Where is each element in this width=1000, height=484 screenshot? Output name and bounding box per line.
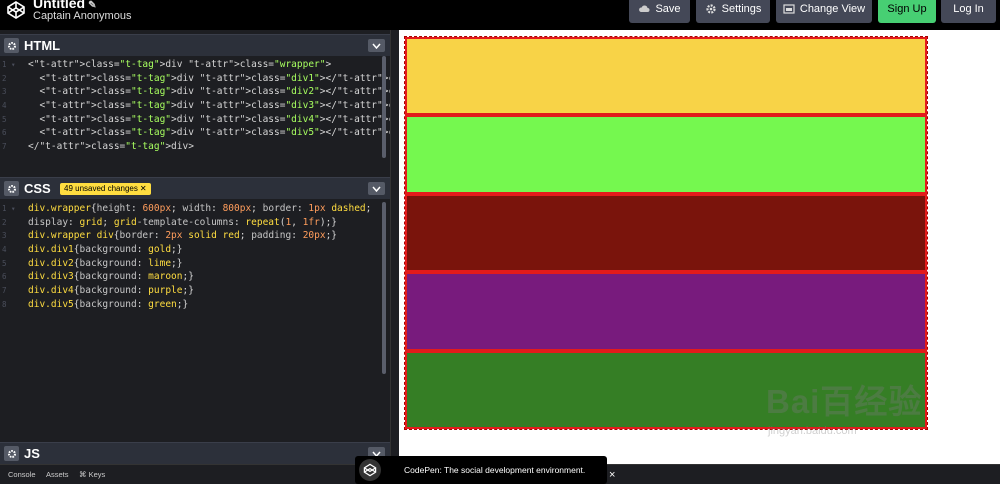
css-code-line[interactable]: 5 div.div2{background: lime;} [0, 257, 386, 271]
author-name[interactable]: Captain Anonymous [33, 10, 131, 22]
keys-button[interactable]: ⌘ Keys [79, 470, 105, 479]
code-text: div.div3{background: maroon;} [28, 271, 194, 283]
line-number: 3 [2, 231, 7, 241]
resize-handle[interactable] [390, 30, 399, 464]
watermark-main: Bai百经验 [766, 383, 923, 420]
line-number: 8 [2, 299, 7, 309]
preview-wrapper [404, 36, 928, 430]
html-code-line[interactable]: 2 <"t-attr">class="t-tag">div "t-attr">c… [0, 72, 491, 86]
html-code-line[interactable]: 3 <"t-attr">class="t-tag">div "t-attr">c… [0, 85, 491, 99]
unsaved-changes-badge[interactable]: 49 unsaved changes ✕ [60, 182, 151, 195]
codepen-logo-icon[interactable] [6, 0, 26, 20]
code-text: div.div4{background: purple;} [28, 285, 194, 297]
css-code-editor[interactable]: 1 ▾ div.wrapper{height: 600px; width: 800… [0, 202, 386, 438]
chevron-down-icon[interactable] [368, 182, 385, 195]
js-settings-icon[interactable] [4, 446, 19, 461]
change-view-label: Change View [799, 2, 866, 15]
close-icon[interactable]: × [609, 469, 615, 481]
gear-icon [706, 3, 716, 14]
html-code-line[interactable]: 1 ▾ <"t-attr">class="t-tag">div "t-attr">… [0, 58, 386, 72]
line-number: 2 [2, 217, 7, 227]
line-number: 6 [2, 272, 7, 282]
code-text: div.div5{background: green;} [28, 298, 189, 310]
log-in-button[interactable]: Log In [941, 0, 996, 23]
code-text: div.wrapper{height: 600px; width: 800px;… [28, 203, 372, 214]
preview-div3 [405, 193, 927, 273]
css-code-line[interactable]: 4 div.div1{background: gold;} [0, 243, 386, 257]
line-number: 5 [2, 258, 7, 268]
settings-button[interactable]: Settings [696, 0, 770, 23]
watermark: Bai百经验 jingyan.baidu.com [766, 375, 922, 437]
preview-div4 [405, 272, 927, 351]
css-code-line[interactable]: 8 div.div5{background: green;} [0, 298, 386, 312]
line-number: 7 [2, 142, 7, 152]
code-text: <"t-attr">class="t-tag">div "t-attr">cla… [28, 59, 332, 70]
editor-column: HTML 1 ▾ <"t-attr">class="t-tag">div "t-a… [0, 30, 491, 464]
html-scrollbar[interactable] [382, 56, 386, 158]
line-number: 7 [2, 286, 7, 296]
toast-text: CodePen: The social development environm… [404, 465, 586, 475]
code-text: div.div1{background: gold;} [28, 244, 183, 256]
html-code-line[interactable]: 4 <"t-attr">class="t-tag">div "t-attr">c… [0, 99, 491, 113]
close-icon[interactable]: ✕ [140, 184, 147, 193]
line-number: 3 [2, 87, 7, 97]
console-button[interactable]: Console [8, 470, 36, 479]
change-view-icon [783, 3, 795, 14]
sign-up-button[interactable]: Sign Up [878, 0, 936, 23]
preview-div2 [405, 115, 927, 194]
log-in-label: Log In [953, 2, 984, 15]
css-scrollbar[interactable] [382, 202, 386, 374]
line-number: 1 ▾ [2, 60, 16, 69]
html-code-editor[interactable]: 1 ▾ <"t-attr">class="t-tag">div "t-attr">… [0, 58, 491, 176]
watermark-sub: jingyan.baidu.com [768, 425, 857, 437]
cloud-icon [639, 4, 650, 12]
line-number: 6 [2, 128, 7, 138]
codepen-logo-icon [359, 459, 381, 481]
html-panel-title: HTML [24, 38, 61, 53]
html-settings-icon[interactable] [4, 38, 19, 53]
html-code-line[interactable]: 5 <"t-attr">class="t-tag">div "t-attr">c… [0, 113, 491, 127]
preview-div1 [405, 37, 927, 116]
settings-label: Settings [721, 2, 762, 15]
js-panel-header: JS [0, 442, 390, 464]
css-code-line[interactable]: 6 div.div3{background: maroon;} [0, 270, 386, 284]
code-text: </"t-attr">class="t-tag">div> [28, 141, 194, 153]
html-code-line[interactable]: 6 <"t-attr">class="t-tag">div "t-attr">c… [0, 126, 491, 140]
change-view-button[interactable]: Change View [776, 0, 872, 23]
unsaved-changes-text: 49 unsaved changes [64, 184, 138, 193]
assets-button[interactable]: Assets [46, 470, 69, 479]
html-panel-header: HTML [0, 34, 390, 56]
css-panel-header: CSS 49 unsaved changes ✕ [0, 177, 390, 199]
html-code-line[interactable]: 7 </"t-attr">class="t-tag">div> [0, 140, 386, 154]
code-text: div.div2{background: lime;} [28, 257, 183, 269]
line-number: 4 [2, 101, 7, 111]
toast-notification: CodePen: The social development environm… [355, 456, 607, 484]
save-button[interactable]: Save [629, 0, 690, 23]
line-number: 5 [2, 114, 7, 124]
css-code-line[interactable]: 2 display: grid; grid-template-columns: r… [0, 216, 386, 230]
css-code-line[interactable]: 1 ▾ div.wrapper{height: 600px; width: 800… [0, 202, 386, 216]
css-settings-icon[interactable] [4, 181, 19, 196]
css-code-line[interactable]: 3 div.wrapper div{border: 2px solid red; … [0, 229, 386, 243]
preview-pane: Bai百经验 jingyan.baidu.com [399, 30, 1000, 464]
line-number: 1 ▾ [2, 204, 16, 213]
js-panel-title: JS [24, 446, 40, 461]
code-text: div.wrapper div{border: 2px solid red; p… [28, 230, 338, 242]
top-bar: Untitled ✎ Captain Anonymous Save Setting… [0, 0, 1000, 30]
chevron-down-icon[interactable] [368, 39, 385, 52]
sign-up-label: Sign Up [887, 2, 927, 15]
css-panel-title: CSS [24, 181, 51, 196]
css-code-line[interactable]: 7 div.div4{background: purple;} [0, 284, 386, 298]
line-number: 2 [2, 73, 7, 83]
line-number: 4 [2, 245, 7, 255]
save-label: Save [655, 2, 681, 15]
code-text: display: grid; grid-template-columns: re… [28, 216, 338, 228]
